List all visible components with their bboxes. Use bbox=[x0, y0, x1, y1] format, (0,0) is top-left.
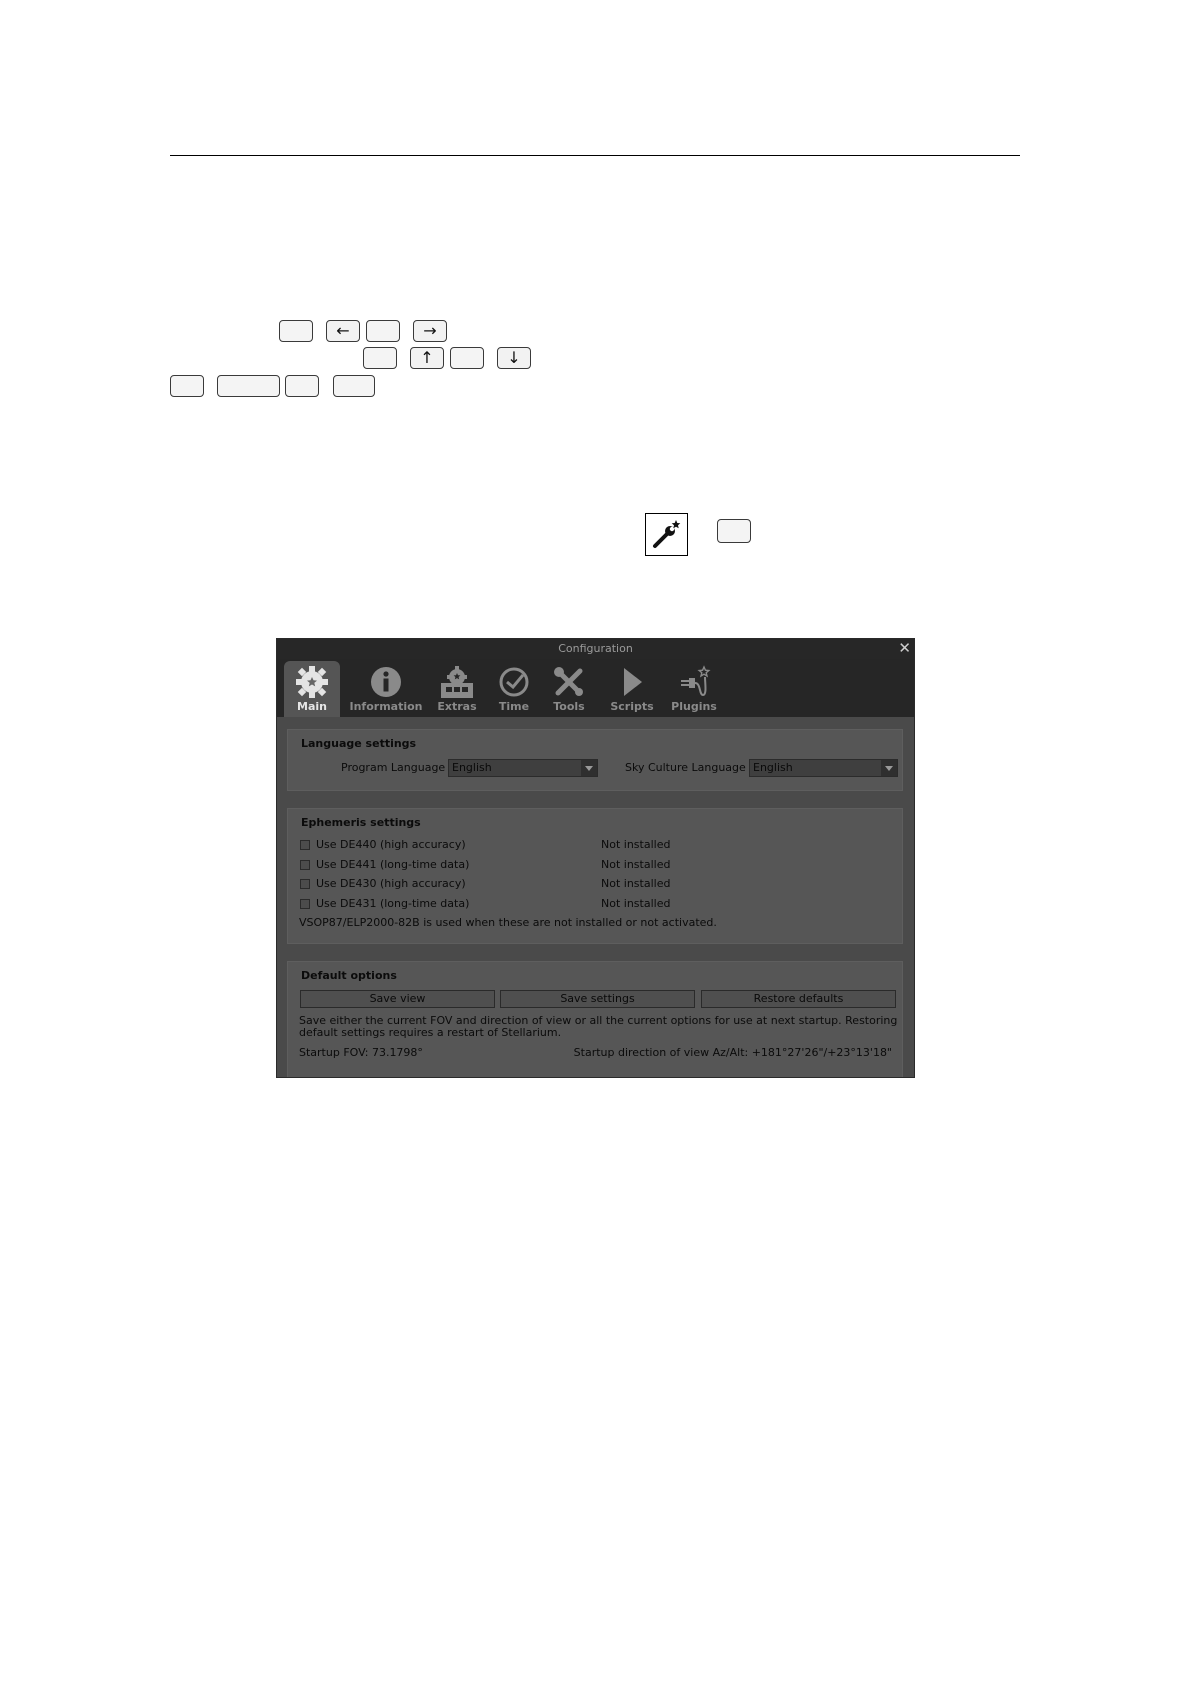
restore-defaults-button[interactable]: Restore defaults bbox=[701, 990, 896, 1008]
plugin-icon bbox=[681, 665, 711, 697]
startup-fov: Startup FOV: 73.1798° bbox=[299, 1046, 423, 1059]
header-rule bbox=[170, 155, 1020, 156]
tab-time[interactable]: Time bbox=[492, 661, 536, 717]
tab-information[interactable]: Information bbox=[348, 661, 424, 717]
group-title: Default options bbox=[301, 969, 397, 982]
gear-icon bbox=[296, 666, 328, 698]
tab-tools[interactable]: Tools bbox=[547, 661, 591, 717]
de431-checkbox[interactable] bbox=[300, 899, 310, 909]
key-cap bbox=[217, 375, 280, 397]
de440-checkbox[interactable] bbox=[300, 840, 310, 850]
language-settings-group: Language settings Program Language Engli… bbox=[287, 729, 903, 791]
key-cap bbox=[285, 375, 319, 397]
dialog-title-bar: Configuration ✕ bbox=[277, 639, 914, 659]
key-cap bbox=[279, 320, 313, 342]
key-cap bbox=[170, 375, 204, 397]
key-cap bbox=[450, 347, 484, 369]
tools-icon bbox=[554, 667, 583, 696]
program-language-select[interactable]: English bbox=[448, 759, 598, 777]
de441-checkbox[interactable] bbox=[300, 860, 310, 870]
tab-extras[interactable]: Extras bbox=[428, 661, 486, 717]
default-options-group: Default options Save view Save settings … bbox=[287, 961, 903, 1077]
de441-label: Use DE441 (long-time data) bbox=[316, 858, 470, 871]
de431-status: Not installed bbox=[601, 897, 671, 910]
chevron-down-icon bbox=[581, 760, 597, 776]
de441-status: Not installed bbox=[601, 858, 671, 871]
de430-status: Not installed bbox=[601, 877, 671, 890]
key-cap bbox=[717, 519, 751, 543]
tab-main[interactable]: Main bbox=[284, 661, 340, 717]
de430-label: Use DE430 (high accuracy) bbox=[316, 877, 466, 890]
de430-checkbox[interactable] bbox=[300, 879, 310, 889]
dialog-title: Configuration bbox=[558, 642, 633, 655]
de440-status: Not installed bbox=[601, 838, 671, 851]
clock-icon bbox=[499, 667, 529, 697]
chevron-down-icon bbox=[881, 760, 897, 776]
key-cap bbox=[333, 375, 375, 397]
close-icon[interactable]: ✕ bbox=[898, 639, 911, 658]
sky-culture-language-select[interactable]: English bbox=[749, 759, 898, 777]
group-title: Ephemeris settings bbox=[301, 816, 421, 829]
extras-icon bbox=[441, 666, 473, 698]
key-down-arrow: ↓ bbox=[497, 347, 531, 369]
startup-direction: Startup direction of view Az/Alt: +181°2… bbox=[573, 1046, 892, 1059]
defaults-description-line2: default settings requires a restart of S… bbox=[299, 1026, 562, 1039]
program-language-label: Program Language bbox=[341, 761, 446, 774]
play-icon bbox=[624, 668, 642, 696]
save-view-button[interactable]: Save view bbox=[300, 990, 495, 1008]
key-left-arrow: ← bbox=[326, 320, 360, 342]
ephemeris-settings-group: Ephemeris settings Use DE440 (high accur… bbox=[287, 808, 903, 944]
key-cap bbox=[363, 347, 397, 369]
key-up-arrow: ↑ bbox=[410, 347, 444, 369]
configuration-dialog: Configuration ✕ Main Information Extras … bbox=[276, 638, 915, 1078]
sky-culture-language-label: Sky Culture Language bbox=[625, 761, 746, 774]
key-cap bbox=[366, 320, 400, 342]
de431-label: Use DE431 (long-time data) bbox=[316, 897, 470, 910]
tab-scripts[interactable]: Scripts bbox=[607, 661, 657, 717]
info-icon bbox=[371, 667, 401, 697]
de440-label: Use DE440 (high accuracy) bbox=[316, 838, 466, 851]
ephemeris-note: VSOP87/ELP2000-82B is used when these ar… bbox=[299, 916, 717, 929]
configuration-tool-icon bbox=[645, 513, 688, 556]
key-right-arrow: → bbox=[413, 320, 447, 342]
tab-bar: Main Information Extras Time Tools Scrip… bbox=[277, 659, 914, 717]
tab-plugins[interactable]: Plugins bbox=[667, 661, 721, 717]
group-title: Language settings bbox=[301, 737, 417, 750]
save-settings-button[interactable]: Save settings bbox=[500, 990, 695, 1008]
